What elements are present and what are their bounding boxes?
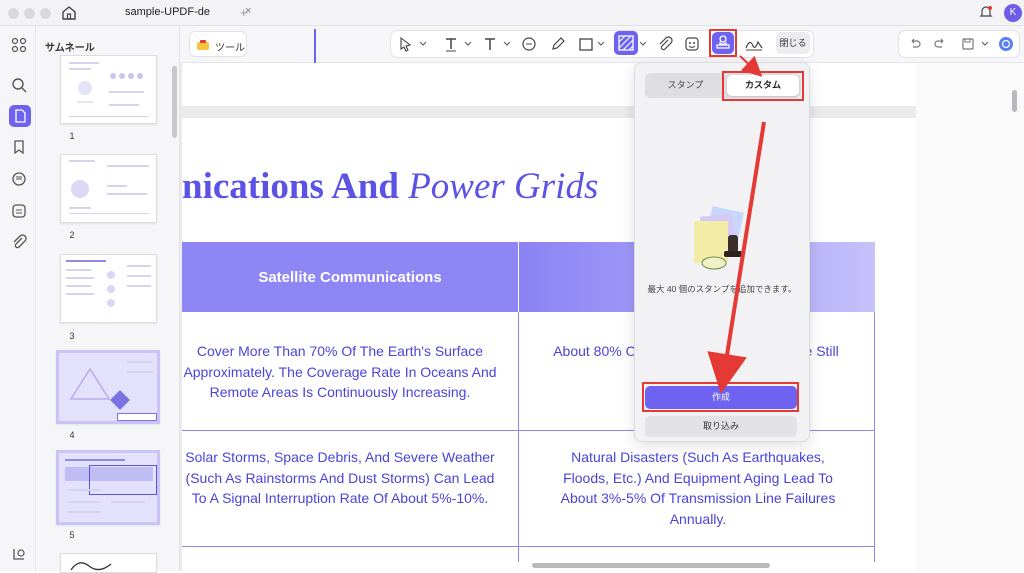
arrow-to-custom-tab bbox=[739, 55, 763, 77]
annotation-arrows bbox=[707, 55, 766, 394]
arrow-to-create-button bbox=[707, 121, 766, 394]
